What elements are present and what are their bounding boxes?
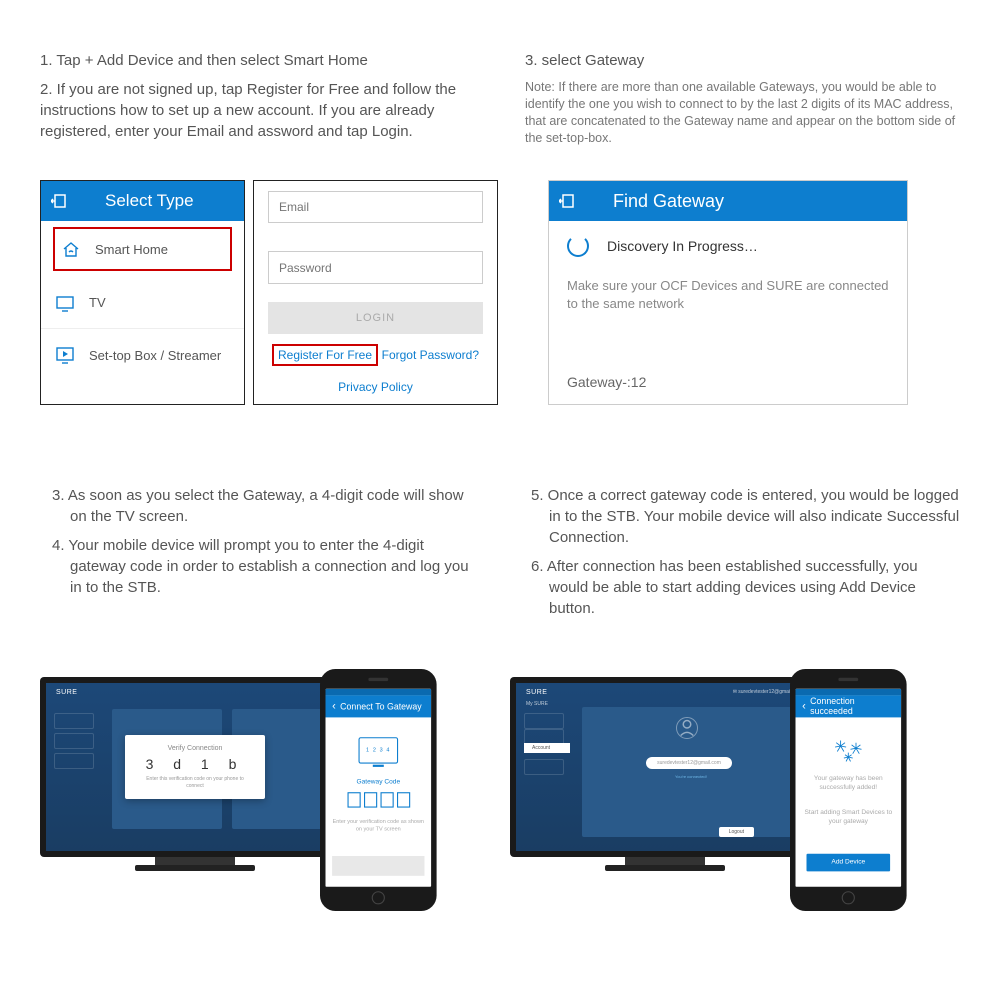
gateway-code-label: Gateway Code [356,779,400,786]
login-button[interactable]: LOGIN [268,302,483,334]
tv-email-badge: suredevtester12@gmail.com [646,757,732,769]
type-item-label: Smart Home [95,242,168,257]
type-item-tv[interactable]: TV [41,277,244,329]
find-gateway-title: Find Gateway [597,191,724,212]
select-type-panel: Select Type Smart Home TV [40,180,245,405]
tv-verification-code: 3 d 1 b [141,756,249,772]
type-item-settop[interactable]: Set-top Box / Streamer [41,329,244,381]
privacy-policy-link[interactable]: Privacy Policy [268,380,483,394]
play-icon [55,346,75,364]
tv-logout-button[interactable]: Logout [719,827,754,837]
success-message-2: Start adding Smart Devices to your gatew… [802,808,894,826]
find-gateway-panel: Find Gateway Discovery In Progress… Make… [548,180,908,405]
avatar-icon [676,717,698,739]
home-icon [61,240,81,258]
find-gateway-header: Find Gateway [549,181,907,221]
tv-phone-combo-success: SURE My SURE ✉ suredevtester12@gmail.com… [510,677,960,871]
phone-header-success: ‹ Connection succeeded [796,695,902,717]
back-icon[interactable] [559,192,577,210]
back-arrow-icon[interactable]: ‹ [802,700,806,712]
gateway-note: Note: If there are more than one availab… [525,79,960,147]
tv-dialog-title: Verify Connection [141,745,249,752]
instruction-step-1: 1. Tap + Add Device and then select Smar… [40,50,475,71]
instruction-step-3-top: 3. select Gateway [525,50,960,71]
tv-mock-verify: SURE Verify Connection 3 d 1 b Enter thi… [40,677,350,871]
phone-mock-success: ‹ Connection succeeded Yo [790,669,907,911]
tv-icon [55,294,75,312]
discovery-text: Discovery In Progress… [607,238,758,254]
tv-brand: SURE [526,689,547,696]
instruction-step-4: 4. Your mobile device will prompt you to… [52,535,481,598]
tv-sidebar-account[interactable]: Account [524,743,570,753]
instruction-step-2: 2. If you are not signed up, tap Registe… [40,79,475,142]
tv-mock-account: SURE My SURE ✉ suredevtester12@gmail.com… [510,677,820,871]
type-item-label: TV [89,295,106,310]
email-field[interactable] [268,191,483,223]
gateway-instruction: Make sure your OCF Devices and SURE are … [567,277,889,312]
tv-verify-dialog: Verify Connection 3 d 1 b Enter this ver… [125,735,265,799]
spinner-icon [567,235,589,257]
code-input-boxes[interactable] [347,792,410,807]
phone-hint: Enter your verification code as shown on… [332,819,424,833]
back-icon[interactable] [51,192,69,210]
instruction-step-3: 3. As soon as you select the Gateway, a … [52,485,481,527]
register-link[interactable]: Register For Free [272,344,378,366]
tv-dialog-subtitle: Enter this verification code on your pho… [141,776,249,789]
back-arrow-icon[interactable]: ‹ [332,700,336,712]
tv-connected-text: You're connected! [675,774,707,779]
tv-phone-combo-verify: SURE Verify Connection 3 d 1 b Enter thi… [40,677,490,871]
instruction-step-6: 6. After connection has been established… [531,556,960,619]
forgot-password-link[interactable]: Forgot Password? [382,344,479,366]
phone-title-success: Connection succeeded [810,697,894,717]
select-type-header: Select Type [41,181,244,221]
phone-mock-connect: ‹ Connect To Gateway 1 2 3 4 Gateway Cod… [320,669,437,911]
type-item-smart-home[interactable]: Smart Home [53,227,232,271]
phone-header-connect: ‹ Connect To Gateway [326,695,432,717]
phone-title: Connect To Gateway [340,701,422,711]
add-device-button[interactable]: Add Device [807,854,890,872]
gateway-item[interactable]: Gateway-:12 [567,374,889,390]
tv-brand: SURE [56,689,77,696]
password-field[interactable] [268,251,483,283]
select-type-title: Select Type [89,191,194,211]
instruction-step-5: 5. Once a correct gateway code is entere… [531,485,960,548]
type-item-label: Set-top Box / Streamer [89,348,221,363]
fireworks-icon [832,737,865,763]
login-panel: LOGIN Register For Free Forgot Password?… [253,180,498,405]
success-message-1: Your gateway has been successfully added… [802,775,894,793]
monitor-icon: 1 2 3 4 [359,737,399,763]
tv-user-label: My SURE [526,701,548,707]
